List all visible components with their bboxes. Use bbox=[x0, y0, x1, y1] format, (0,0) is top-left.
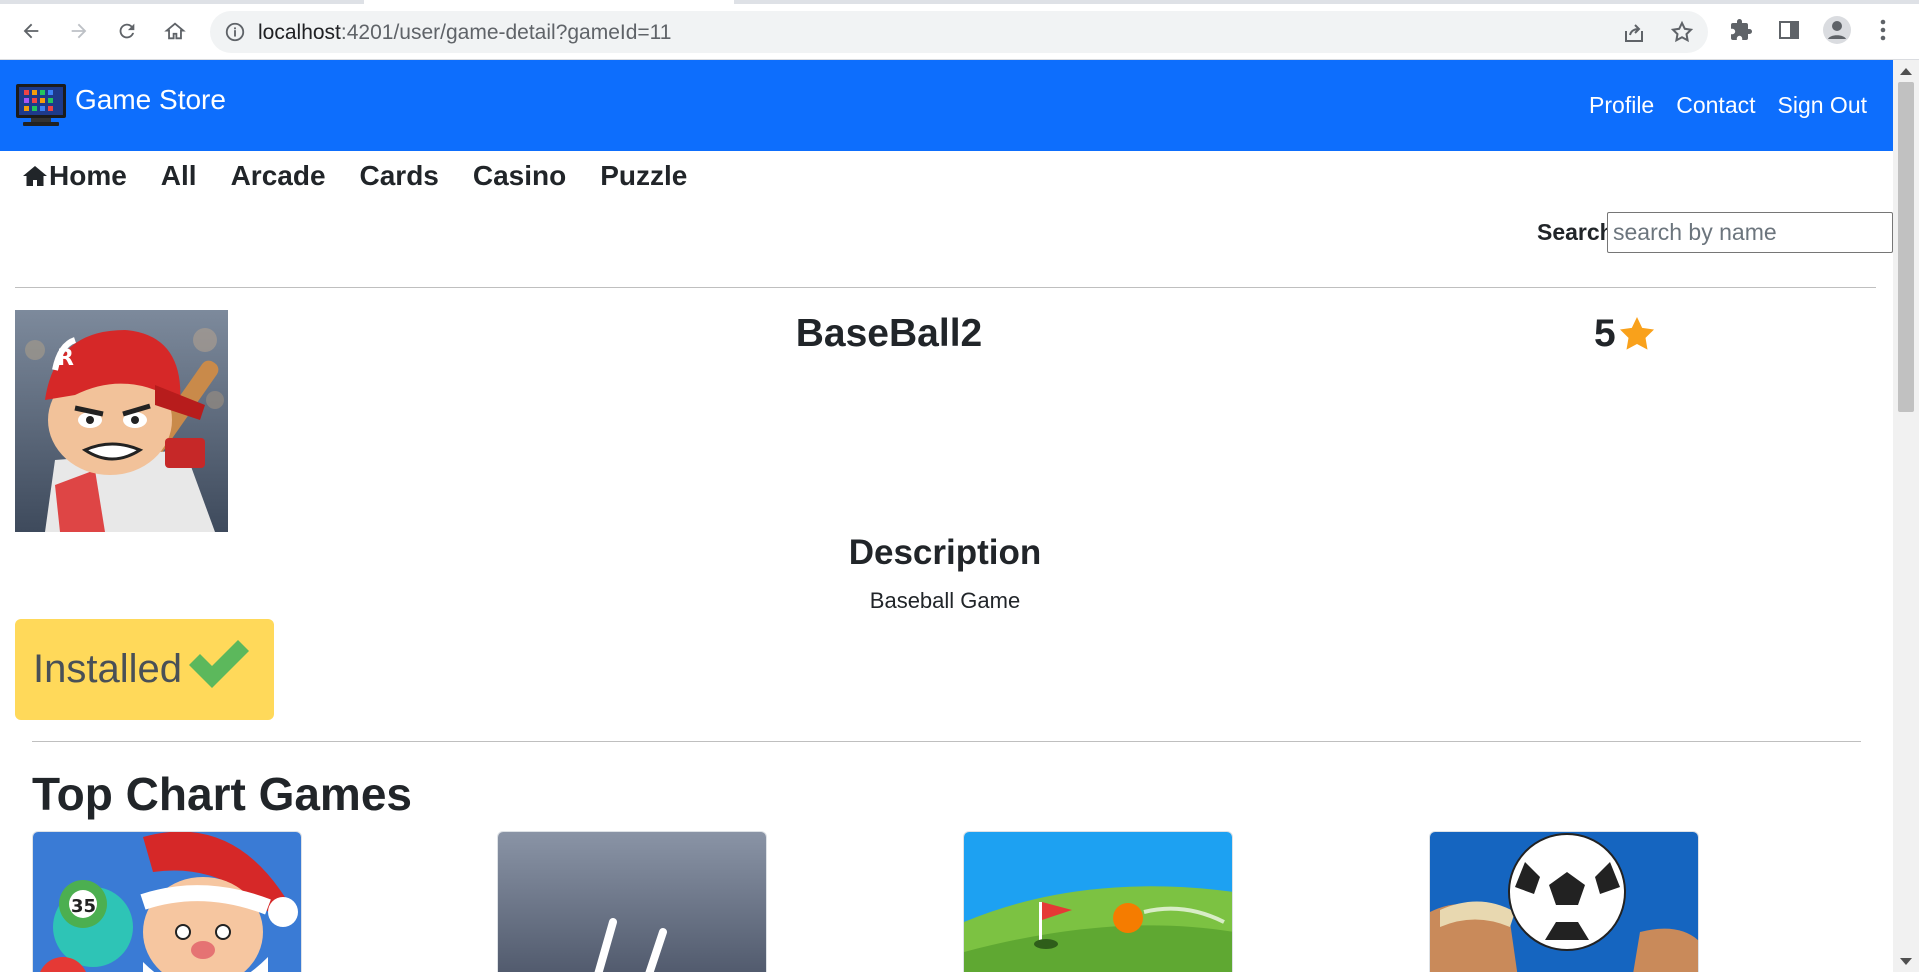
top-chart-card-4[interactable] bbox=[1429, 831, 1699, 972]
nav-link-contact[interactable]: Contact bbox=[1676, 92, 1755, 119]
game-rating: 5 bbox=[1594, 312, 1657, 356]
forward-icon[interactable] bbox=[61, 13, 97, 49]
nav-link-profile[interactable]: Profile bbox=[1589, 92, 1654, 119]
rating-value: 5 bbox=[1594, 312, 1616, 355]
top-chart-card-2[interactable] bbox=[497, 831, 767, 972]
svg-text:R: R bbox=[57, 346, 74, 371]
description-heading: Description bbox=[848, 533, 1042, 572]
home-icon bbox=[23, 166, 47, 186]
top-chart-card-3[interactable] bbox=[963, 831, 1233, 972]
share-icon[interactable] bbox=[1622, 21, 1646, 45]
nav-link-sign-out[interactable]: Sign Out bbox=[1778, 92, 1868, 119]
url-text[interactable]: localhost:4201/user/game-detail?gameId=1… bbox=[258, 21, 671, 45]
reload-icon[interactable] bbox=[109, 13, 145, 49]
extensions-icon[interactable] bbox=[1726, 15, 1756, 45]
game-thumbnail bbox=[498, 832, 766, 972]
side-panel-icon[interactable] bbox=[1774, 15, 1804, 45]
search-label: Search bbox=[1537, 219, 1614, 245]
site-info-icon[interactable] bbox=[224, 21, 246, 43]
brand-name[interactable]: Game Store bbox=[75, 84, 226, 116]
description-text: Baseball Game bbox=[869, 588, 1021, 613]
category-casino[interactable]: Casino bbox=[473, 160, 566, 192]
game-thumbnail bbox=[1430, 832, 1698, 972]
page-scrollbar[interactable] bbox=[1893, 60, 1919, 972]
game-thumbnail bbox=[964, 832, 1232, 972]
checkmark-icon bbox=[188, 639, 249, 688]
category-all[interactable]: All bbox=[161, 160, 197, 192]
svg-text:35: 35 bbox=[71, 896, 96, 917]
star-icon bbox=[1619, 317, 1654, 350]
navbar-links: Profile Contact Sign Out bbox=[1589, 92, 1867, 119]
browser-chrome: localhost:4201/user/game-detail?gameId=1… bbox=[0, 0, 1919, 60]
address-bar[interactable]: localhost:4201/user/game-detail?gameId=1… bbox=[210, 11, 1708, 53]
category-arcade[interactable]: Arcade bbox=[231, 160, 326, 192]
category-puzzle[interactable]: Puzzle bbox=[600, 160, 687, 192]
active-tab[interactable] bbox=[364, 0, 734, 4]
scroll-up-arrow-icon[interactable] bbox=[1900, 68, 1912, 75]
installed-badge[interactable]: Installed bbox=[15, 619, 274, 720]
home-browser-icon[interactable] bbox=[157, 13, 193, 49]
game-thumbnail: 35 7 bbox=[33, 832, 301, 972]
category-home-label: Home bbox=[49, 160, 127, 191]
category-home[interactable]: Home bbox=[22, 160, 127, 192]
game-cover-image: R bbox=[15, 310, 228, 532]
top-chart-card-1[interactable]: 35 7 bbox=[32, 831, 302, 972]
game-title: BaseBall2 bbox=[795, 312, 983, 355]
scrollbar-thumb[interactable] bbox=[1898, 82, 1914, 412]
scroll-down-arrow-icon[interactable] bbox=[1900, 958, 1912, 965]
game-store-logo-icon[interactable] bbox=[15, 83, 67, 127]
installed-label: Installed bbox=[33, 647, 182, 691]
back-icon[interactable] bbox=[13, 13, 49, 49]
bookmark-star-icon[interactable] bbox=[1670, 20, 1694, 44]
category-cards[interactable]: Cards bbox=[360, 160, 439, 192]
browser-menu-icon[interactable] bbox=[1868, 15, 1898, 45]
top-chart-heading: Top Chart Games bbox=[32, 768, 412, 820]
tab-strip bbox=[0, 0, 1919, 4]
app-navbar: Game Store Profile Contact Sign Out bbox=[0, 60, 1893, 151]
profile-avatar-icon[interactable] bbox=[1822, 15, 1852, 45]
category-nav: Home All Arcade Cards Casino Puzzle bbox=[22, 160, 721, 192]
divider bbox=[32, 741, 1861, 742]
divider bbox=[15, 287, 1876, 288]
search-input[interactable] bbox=[1607, 212, 1893, 253]
